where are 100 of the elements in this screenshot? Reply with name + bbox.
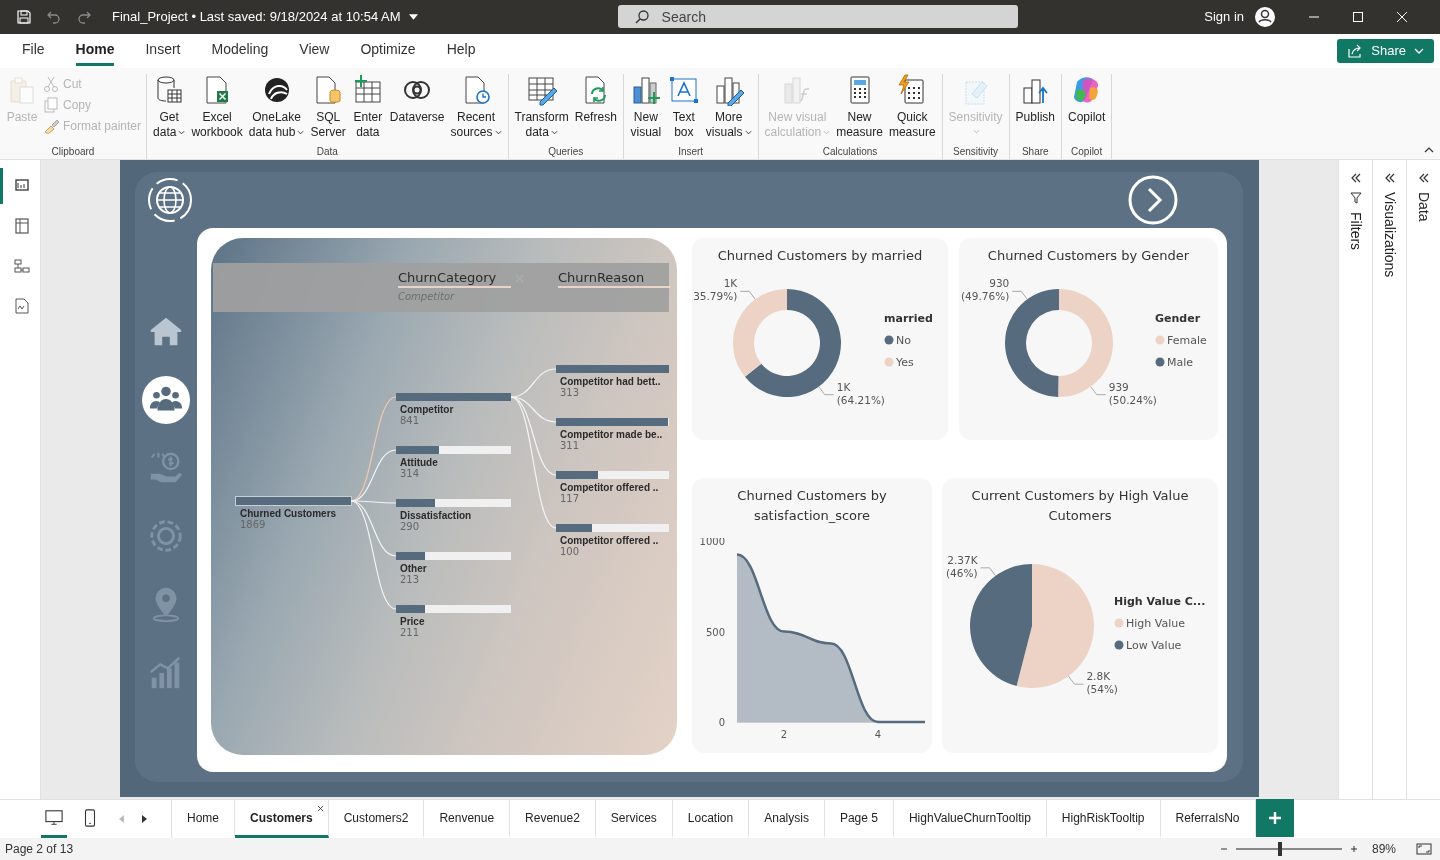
ribbon-button[interactable]: SQL Server [307,73,349,146]
bar-fill[interactable] [556,417,668,426]
leader-line [1090,386,1107,395]
bar-fill[interactable] [396,392,511,401]
ribbon-button[interactable]: Recent sources [447,73,505,146]
avatar-icon[interactable] [1254,5,1276,28]
node-value: 314 [400,467,420,479]
maximize-icon[interactable] [1352,10,1364,23]
y-tick-label: 1000 [699,537,725,547]
leader-line [1067,675,1084,685]
bar-fill[interactable] [396,445,439,454]
expand-icon[interactable] [1417,171,1430,184]
close-icon[interactable] [316,805,324,813]
search-icon [633,9,650,26]
bar-fill[interactable] [396,551,425,560]
node-value: 1869 [240,518,266,530]
menu-tab[interactable]: Modeling [211,35,269,67]
bar-fill[interactable] [396,498,436,507]
collapsed-pane[interactable]: Filters [1338,159,1372,800]
data-label: 2.37K [947,553,978,566]
ribbon-button[interactable]: New visual [626,73,665,146]
ribbon-button[interactable]: Quick measure [885,73,939,146]
menu-tab[interactable]: Insert [145,35,181,67]
slider-thumb[interactable] [1278,842,1283,856]
ribbon-button[interactable]: Publish [1012,73,1058,146]
node-label: Other [400,562,427,574]
group-label: Share [1021,145,1049,159]
scroll-right-icon[interactable] [141,815,147,823]
leader-line [739,290,756,300]
expand-icon[interactable] [1349,171,1362,184]
menu-tab[interactable]: Optimize [360,35,416,67]
node-value: 311 [560,439,580,451]
copy-icon [43,96,59,113]
node-label: Competitor [400,403,454,415]
ribbon-button[interactable]: Transform data [511,73,572,146]
node-label: Competitor offered .. [560,481,659,493]
nav-button[interactable] [142,375,190,424]
ribbon-button[interactable]: Refresh [571,73,620,146]
bar-fill[interactable] [556,470,598,479]
expand-icon[interactable] [1383,171,1396,184]
node-label: Dissatisfaction [400,509,472,521]
globe-icon[interactable] [146,175,194,224]
bar-fill[interactable] [236,496,351,505]
share-button[interactable]: Share [1337,38,1434,63]
x-tick-label: 2 [780,728,788,740]
level-title: ChurnReason [558,269,671,288]
group-label: Copilot [1071,145,1103,159]
share-icon [1347,42,1364,59]
legend-title: High Value C... [1114,594,1206,608]
add-page-button[interactable] [1255,799,1294,838]
sign-in-link[interactable]: Sign in [1204,9,1244,25]
bar-fill[interactable] [556,364,669,373]
query-view-icon [12,296,31,315]
group-label: Calculations [822,145,878,159]
data-label: 1K [723,277,738,290]
plus-icon [1267,811,1282,826]
caret-icon[interactable] [408,13,418,20]
node-label: Competitor had bett.. [560,375,661,387]
legend-label: Male [1167,355,1194,369]
ribbon-button[interactable]: Dataverse [386,73,448,146]
chart-title: Churned Customers by married [716,246,924,265]
data-label: (46%) [946,566,978,579]
x-tick-label: 4 [874,728,882,740]
ribbon-button[interactable]: More visuals [702,73,755,146]
ribbon-button[interactable]: Excel workbook [188,73,246,146]
desktop-icon [45,808,63,827]
ribbon-button[interactable]: Enter data [348,73,387,146]
ribbon-button[interactable]: Get data [150,73,189,146]
group-label: Sensitivity [953,145,999,159]
zoom-out-icon[interactable] [1219,845,1228,853]
zoom-in-icon[interactable] [1349,845,1358,853]
search-field[interactable]: Search [617,5,1018,29]
node-label: Competitor offered .. [560,534,659,546]
collapsed-pane[interactable]: Data [1406,159,1440,800]
data-label: 2.8K [1086,669,1111,682]
data-label: (54%) [1086,682,1118,695]
node-value: 290 [400,520,420,532]
collapsed-pane[interactable]: Visualizations [1372,159,1406,800]
chart-title: Current Customers by High Value Cutomers [970,486,1190,525]
ribbon-button[interactable]: Copilot [1064,73,1109,146]
menu-tab[interactable]: Help [446,35,476,67]
ribbon-button[interactable]: OneLake data hub [245,73,308,146]
menu-tab[interactable]: View [299,35,330,67]
bar-fill[interactable] [556,523,593,532]
brush-icon [43,117,59,134]
table-view-icon [12,216,31,235]
ribbon-button[interactable]: New measure [833,73,886,146]
pane-title: Data [1415,191,1432,222]
save-icon[interactable] [16,8,32,25]
node-value: 211 [400,626,420,638]
ribbon-button[interactable]: Text box [664,73,703,146]
fit-page-icon[interactable] [1416,843,1432,855]
bar-fill[interactable] [396,604,425,613]
group-label: Clipboard [51,145,95,159]
chevron-up-icon[interactable] [1424,146,1434,153]
node-value: 117 [560,492,580,504]
legend-label: High Value [1126,616,1185,630]
legend-label: Female [1167,333,1207,347]
data-label: 1K [836,380,851,393]
menu-tab[interactable]: File [22,35,45,67]
